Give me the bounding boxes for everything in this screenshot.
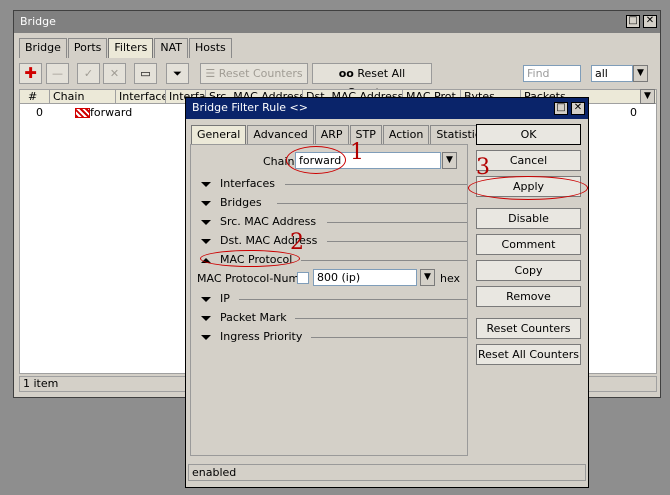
- general-panel: Chain: forward ▼ Interfaces Bridges Src.…: [190, 144, 468, 456]
- find-input[interactable]: Find: [523, 65, 581, 82]
- mac-protocol-dropdown-icon[interactable]: ▼: [420, 269, 435, 286]
- rule-icon: [75, 108, 90, 118]
- collapse-icon: [201, 238, 211, 244]
- reset-counters-button[interactable]: Reset Counters: [476, 318, 581, 339]
- mac-protocol-num-input[interactable]: 800 (ip): [313, 269, 417, 286]
- section-bridges[interactable]: Bridges: [201, 196, 467, 210]
- x-icon: ✕: [109, 67, 120, 80]
- reset-counters-button[interactable]: ☰ Reset Counters: [200, 63, 308, 84]
- collapse-icon: [201, 219, 211, 225]
- annotation-number-2: 2: [290, 230, 304, 255]
- reset-all-counters-button[interactable]: oo Reset All Counters: [312, 63, 432, 99]
- cancel-button[interactable]: Cancel: [476, 150, 581, 171]
- copy-button[interactable]: Copy: [476, 260, 581, 281]
- bridge-tabs: Bridge Ports Filters NAT Hosts: [19, 38, 233, 58]
- add-button[interactable]: ✚: [19, 63, 42, 84]
- chain-dropdown-icon[interactable]: ▼: [442, 152, 457, 169]
- section-ingress-priority[interactable]: Ingress Priority: [201, 330, 467, 344]
- col-interfaces[interactable]: Interfaces: [116, 90, 166, 103]
- disable-button[interactable]: Disable: [476, 208, 581, 229]
- dialog-tabs: General Advanced ARP STP Action Statisti…: [191, 125, 494, 145]
- section-packet-mark[interactable]: Packet Mark: [201, 311, 467, 325]
- section-src-mac[interactable]: Src. MAC Address: [201, 215, 467, 229]
- bridge-titlebar[interactable]: Bridge: [14, 11, 660, 33]
- dialog-maximize-icon[interactable]: □: [554, 102, 568, 115]
- bridge-toolbar: ✚ — ✓ ✕ ▭ ⏷ ☰ Reset Counters oo Reset Al…: [19, 63, 655, 99]
- dialog-close-icon[interactable]: ✕: [571, 102, 585, 115]
- comment-button[interactable]: Comment: [476, 234, 581, 255]
- collapse-icon: [201, 200, 211, 206]
- funnel-icon: ⏷: [173, 67, 182, 80]
- columns-dropdown-icon[interactable]: ▼: [640, 89, 655, 104]
- row-num: 0: [36, 106, 43, 119]
- annotation-ellipse-chain: [286, 146, 346, 174]
- dialog-titlebar[interactable]: Bridge Filter Rule <>: [186, 98, 588, 119]
- close-icon[interactable]: ✕: [643, 15, 657, 28]
- dialog-status: enabled: [188, 464, 586, 481]
- check-icon: ✓: [83, 67, 94, 80]
- enable-button[interactable]: ✓: [77, 63, 100, 84]
- collapse-icon: [201, 334, 211, 340]
- col-num[interactable]: #: [20, 90, 50, 103]
- comment-icon: ▭: [140, 67, 151, 80]
- tab-bridge[interactable]: Bridge: [19, 38, 67, 58]
- tab-hosts[interactable]: Hosts: [189, 38, 232, 58]
- tab-ports[interactable]: Ports: [67, 38, 108, 58]
- filter-select[interactable]: all: [591, 65, 633, 82]
- bridge-title: Bridge: [20, 15, 56, 28]
- section-interfaces[interactable]: Interfaces: [201, 177, 467, 191]
- remove-button[interactable]: —: [46, 63, 69, 84]
- tab-nat[interactable]: NAT: [154, 38, 189, 58]
- hex-label: hex: [440, 272, 461, 285]
- collapse-icon: [201, 296, 211, 302]
- minus-icon: —: [52, 67, 63, 80]
- filter-button[interactable]: ⏷: [166, 63, 189, 84]
- remove-button[interactable]: Remove: [476, 286, 581, 307]
- tab-arp[interactable]: ARP: [314, 125, 349, 145]
- row-packets: 0: [630, 106, 637, 119]
- dialog-title: Bridge Filter Rule <>: [192, 101, 308, 114]
- mac-protocol-negate-checkbox[interactable]: [297, 272, 309, 284]
- annotation-number-3: 3: [476, 155, 490, 180]
- col-chain[interactable]: Chain: [50, 90, 116, 103]
- tab-action[interactable]: Action: [382, 125, 430, 145]
- plus-icon: ✚: [24, 64, 37, 82]
- collapse-icon: [201, 181, 211, 187]
- mac-protocol-num-label: MAC Protocol-Num:: [197, 272, 303, 285]
- annotation-ellipse-mac-protocol: [200, 250, 300, 267]
- reset-icon: ☰: [205, 67, 219, 80]
- filter-dropdown-icon[interactable]: ▼: [633, 65, 648, 82]
- disable-button[interactable]: ✕: [103, 63, 126, 84]
- tab-advanced[interactable]: Advanced: [247, 125, 314, 145]
- ok-button[interactable]: OK: [476, 124, 581, 145]
- reset-all-counters-button[interactable]: Reset All Counters: [476, 344, 581, 365]
- tab-filters[interactable]: Filters: [108, 38, 154, 58]
- tab-general[interactable]: General: [191, 125, 247, 145]
- comment-button[interactable]: ▭: [134, 63, 157, 84]
- maximize-icon[interactable]: □: [626, 15, 640, 28]
- section-ip[interactable]: IP: [201, 292, 467, 306]
- oo-icon: oo: [338, 67, 354, 80]
- collapse-icon: [201, 315, 211, 321]
- row-chain: forward: [90, 106, 133, 119]
- annotation-number-1: 1: [350, 140, 364, 165]
